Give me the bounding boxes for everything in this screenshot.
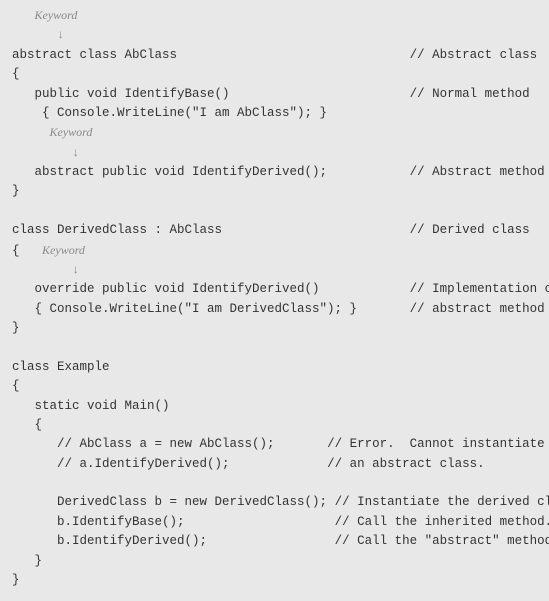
code-line: // AbClass a = new AbClass(); // Error. … — [12, 435, 537, 454]
code-line: // a.IdentifyDerived(); // an abstract c… — [12, 455, 537, 474]
code-line: } — [12, 182, 537, 201]
code-line: class DerivedClass : AbClass // Derived … — [12, 221, 537, 240]
code-line: { — [12, 377, 537, 396]
code-line: b.IdentifyDerived(); // Call the "abstra… — [12, 532, 537, 551]
blank-line — [12, 338, 537, 357]
annotation-keyword: Keyword — [12, 123, 537, 143]
code-line: { Console.WriteLine("I am DerivedClass")… — [12, 300, 537, 319]
code-line: { Console.WriteLine("I am AbClass"); } — [12, 104, 537, 123]
code-line: override public void IdentifyDerived() /… — [12, 280, 537, 299]
code-line: } — [12, 319, 537, 338]
code-line: } — [12, 571, 537, 590]
annotation-keyword: Keyword — [12, 6, 537, 26]
code-line: DerivedClass b = new DerivedClass(); // … — [12, 493, 537, 512]
annotation-arrow: ↓ — [12, 26, 537, 45]
code-line: { Keyword — [12, 241, 537, 261]
code-line: abstract public void IdentifyDerived(); … — [12, 163, 537, 182]
code-line: class Example — [12, 358, 537, 377]
code-line: { — [12, 416, 537, 435]
code-line: abstract class AbClass // Abstract class — [12, 46, 537, 65]
code-line: public void IdentifyBase() // Normal met… — [12, 85, 537, 104]
annotation-arrow: ↓ — [12, 144, 537, 163]
blank-line — [12, 474, 537, 493]
code-line: b.IdentifyBase(); // Call the inherited … — [12, 513, 537, 532]
annotation-arrow: ↓ — [12, 261, 537, 280]
blank-line — [12, 202, 537, 221]
code-line: static void Main() — [12, 397, 537, 416]
code-block: Keyword ↓ abstract class AbClass // Abst… — [12, 6, 537, 590]
code-line: { — [12, 65, 537, 84]
code-line: } — [12, 552, 537, 571]
